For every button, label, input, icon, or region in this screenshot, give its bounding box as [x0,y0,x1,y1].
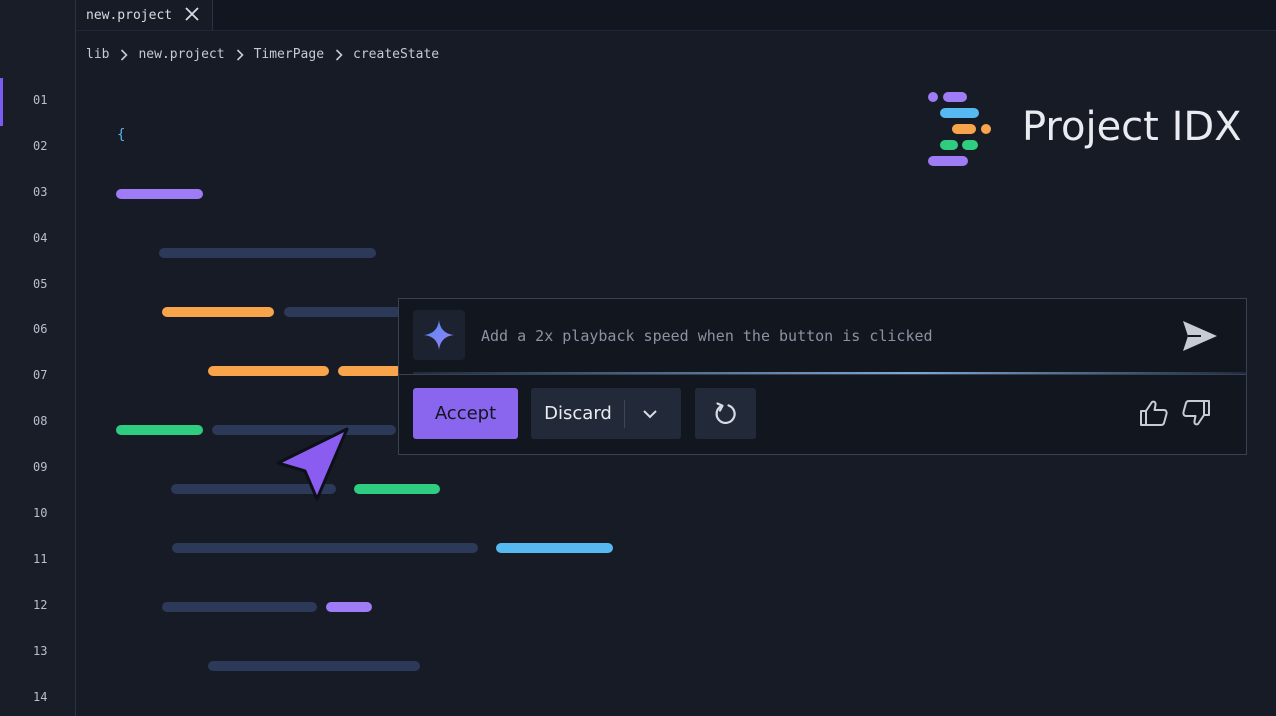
refresh-icon [715,402,736,424]
code-line-placeholder [284,307,402,317]
chevron-right-icon [121,48,129,61]
line-number: 10 [33,506,48,520]
line-number: 02 [33,139,48,153]
pointer-cursor-icon [276,427,349,501]
discard-button[interactable]: Discard [531,388,625,439]
line-number: 08 [33,414,48,428]
code-line-placeholder [338,366,402,376]
line-number: 13 [33,644,48,658]
code-brace: { [117,127,126,143]
divider [624,400,625,428]
brand-title: Project IDX [1022,104,1242,150]
breadcrumb-item[interactable]: lib [86,47,109,62]
code-line-placeholder [159,248,376,258]
input-focus-line [413,372,1246,374]
close-icon[interactable] [184,6,200,22]
project-idx-logo-icon [928,92,991,166]
chevron-down-icon[interactable] [641,405,659,423]
line-number: 09 [33,460,48,474]
line-number: 11 [33,552,48,566]
sparkle-icon [424,320,454,350]
line-number: 03 [33,185,48,199]
breadcrumb-item[interactable]: createState [353,47,439,62]
code-line-placeholder [162,602,317,612]
line-number: 07 [33,368,48,382]
code-line-placeholder [208,661,420,671]
accept-button[interactable]: Accept [413,388,518,439]
line-number: 05 [33,277,48,291]
line-number: 01 [33,93,48,107]
chevron-right-icon [335,48,343,61]
discard-button-group: Discard [531,388,681,439]
line-number-gutter: 01 02 03 04 05 06 07 08 09 10 11 12 13 1… [0,0,76,716]
line-number: 14 [33,690,48,704]
ai-assist-panel: Accept Discard [398,298,1247,455]
prompt-row [399,299,1246,375]
breadcrumb-item[interactable]: TimerPage [254,47,324,62]
line-number: 06 [33,322,48,336]
send-icon[interactable] [1181,319,1219,353]
thumbs-down-icon[interactable] [1181,399,1211,427]
line-number: 12 [33,598,48,612]
tab-new-project[interactable]: new.project [76,0,213,30]
thumbs-up-icon[interactable] [1139,399,1169,427]
code-line-placeholder [116,425,203,435]
active-line-marker [0,78,3,126]
tab-label: new.project [86,7,173,23]
line-number: 04 [33,231,48,245]
regenerate-button[interactable] [695,388,756,439]
code-line-placeholder [354,484,440,494]
code-line-placeholder [326,602,372,612]
code-line-placeholder [116,189,203,199]
chevron-right-icon [236,48,244,61]
breadcrumb: lib new.project TimerPage createState [86,47,439,62]
code-line-placeholder [496,543,613,553]
sparkle-icon-box [413,310,465,360]
editor-tab-bar: new.project ••• [76,0,1276,31]
code-line-placeholder [172,543,478,553]
breadcrumb-item[interactable]: new.project [138,47,224,62]
code-line-placeholder [208,366,329,376]
prompt-input[interactable] [479,323,1133,349]
code-line-placeholder [162,307,274,317]
